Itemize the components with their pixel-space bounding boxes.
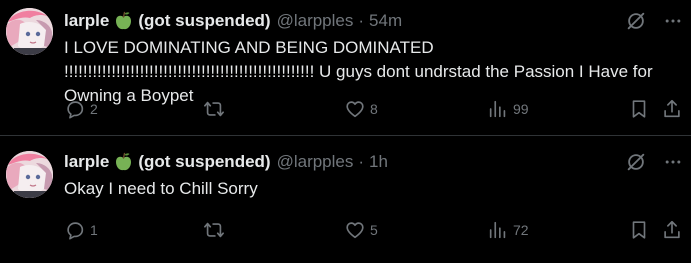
tweet[interactable]: larple (got suspended) @larpples · 1h Ok… [0, 136, 691, 263]
share-button[interactable] [661, 218, 683, 242]
green-apple-icon [116, 152, 132, 171]
tweet-header: larple (got suspended) @larpples · 54m [64, 10, 402, 32]
views-button[interactable]: 72 [487, 218, 529, 242]
like-count: 5 [370, 222, 378, 238]
more-options-icon[interactable] [663, 152, 683, 172]
retweet-icon [204, 222, 224, 238]
reply-icon [67, 101, 84, 119]
avatar-image [6, 8, 53, 55]
display-name-suffix[interactable]: (got suspended) [138, 10, 270, 32]
tweet-actions: 1 5 72 [64, 218, 682, 242]
analytics-icon [489, 100, 506, 118]
reply-count: 1 [90, 222, 98, 238]
bookmark-icon [632, 100, 646, 118]
heart-icon [346, 101, 364, 118]
tweet-top-actions [625, 10, 683, 32]
tweet[interactable]: larple (got suspended) @larpples · 54m I [0, 0, 691, 135]
like-count: 8 [370, 101, 378, 117]
views-count: 72 [513, 222, 529, 238]
separator: · [358, 11, 365, 30]
views-count: 99 [513, 101, 529, 117]
reply-count: 2 [90, 101, 98, 117]
timestamp[interactable]: 54m [369, 10, 402, 32]
heart-icon [346, 222, 364, 239]
views-button[interactable]: 99 [487, 97, 529, 121]
retweet-button[interactable] [203, 97, 229, 121]
avatar[interactable] [6, 8, 53, 55]
timeline-feed: larple (got suspended) @larpples · 54m I [0, 0, 691, 263]
display-name[interactable]: larple [64, 151, 109, 173]
display-name-suffix[interactable]: (got suspended) [138, 151, 270, 173]
tweet-text: Okay I need to Chill Sorry [64, 179, 258, 198]
analytics-icon [489, 221, 506, 239]
tweet-header: larple (got suspended) @larpples · 1h [64, 151, 388, 173]
grok-icon[interactable] [625, 151, 647, 173]
like-button[interactable]: 5 [344, 218, 378, 242]
share-icon [664, 220, 680, 239]
tweet-top-actions [625, 151, 683, 173]
user-handle[interactable]: @larpples [277, 151, 354, 173]
grok-icon[interactable] [625, 10, 647, 32]
avatar[interactable] [6, 151, 53, 198]
share-icon [664, 99, 680, 118]
retweet-button[interactable] [203, 218, 229, 242]
green-apple-icon [116, 11, 132, 30]
tweet-actions: 2 8 99 [64, 97, 682, 121]
user-handle[interactable]: @larpples [277, 10, 354, 32]
separator: · [358, 152, 365, 171]
like-button[interactable]: 8 [344, 97, 378, 121]
bookmark-button[interactable] [628, 97, 650, 121]
reply-button[interactable]: 1 [64, 218, 98, 242]
retweet-icon [204, 101, 224, 117]
more-options-icon[interactable] [663, 11, 683, 31]
display-name[interactable]: larple [64, 10, 109, 32]
reply-icon [67, 222, 84, 240]
reply-button[interactable]: 2 [64, 97, 98, 121]
bookmark-button[interactable] [628, 218, 650, 242]
share-button[interactable] [661, 97, 683, 121]
avatar-image [6, 151, 53, 198]
bookmark-icon [632, 221, 646, 239]
timestamp[interactable]: 1h [369, 151, 388, 173]
